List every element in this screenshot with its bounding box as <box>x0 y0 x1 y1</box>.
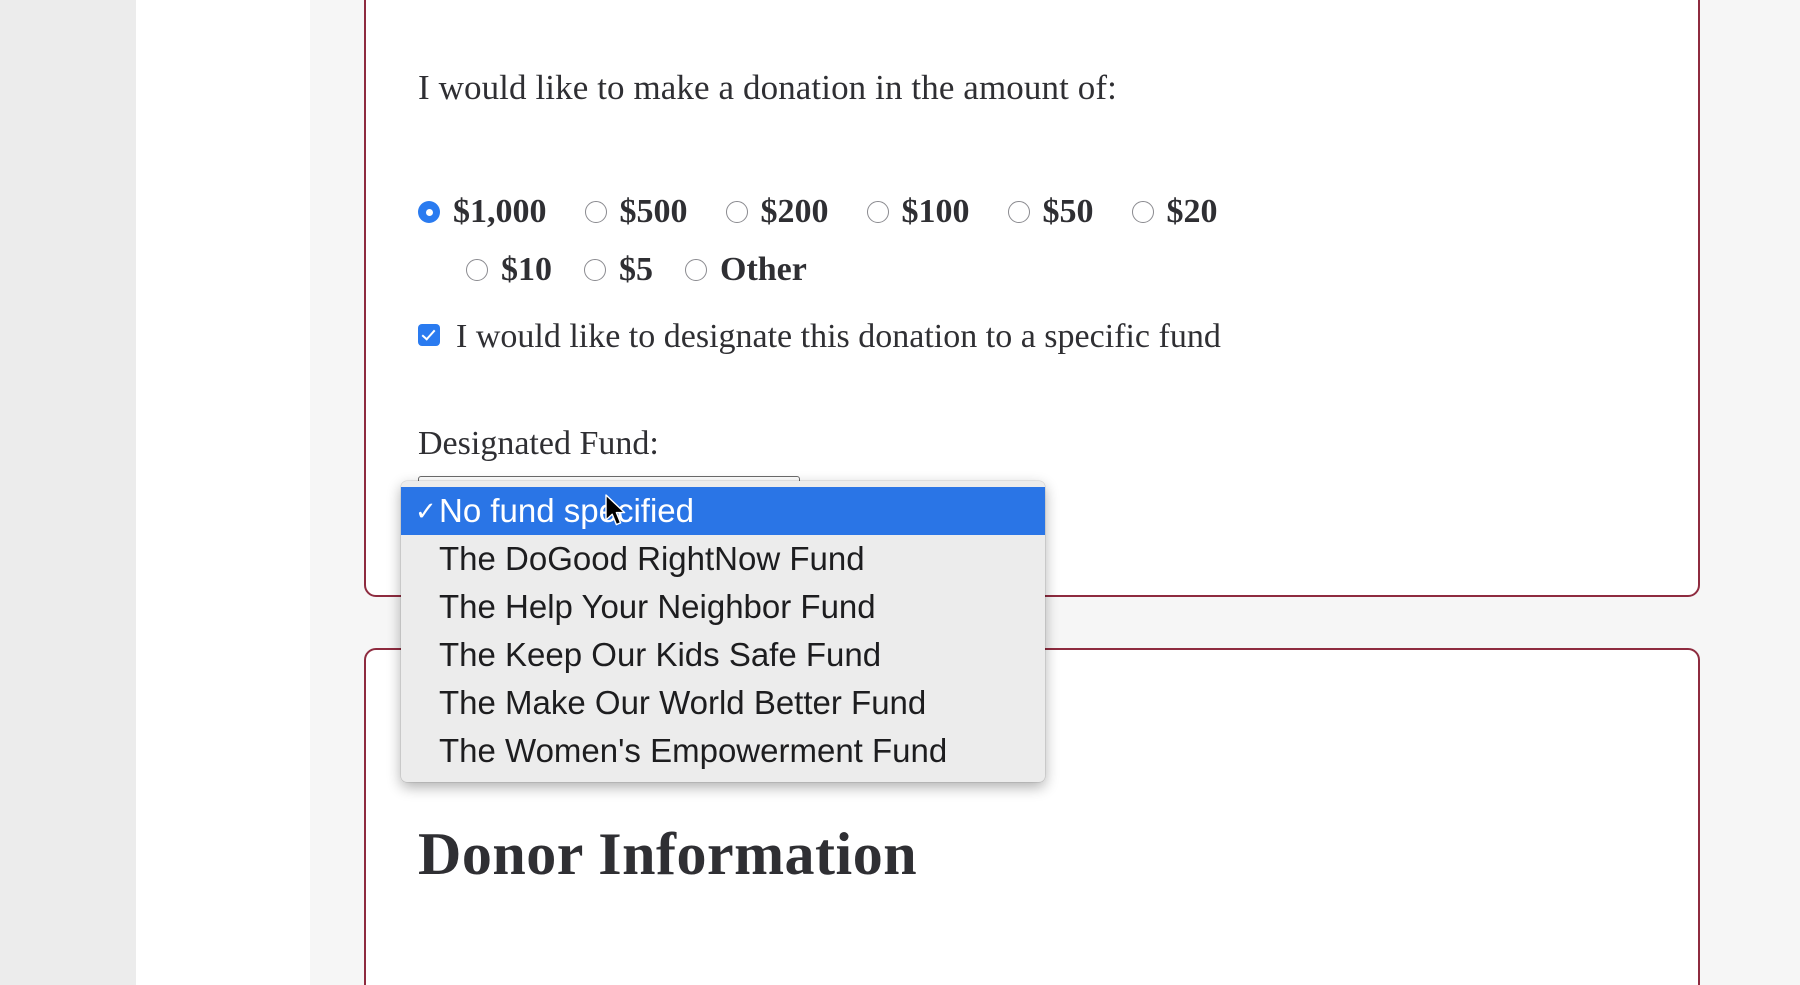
dropdown-option-label: The Help Your Neighbor Fund <box>439 588 876 625</box>
dropdown-option-no-fund[interactable]: ✓ No fund specified <box>401 487 1045 535</box>
amount-option-10[interactable]: $10 <box>466 251 552 289</box>
designated-fund-label: Designated Fund: <box>418 425 659 462</box>
radio-icon[interactable] <box>584 201 607 223</box>
page-left-margin <box>0 0 136 985</box>
radio-icon[interactable] <box>466 259 488 281</box>
amount-radio-row-primary: $1,000 $500 $200 $100 $50 $20 <box>418 193 1256 231</box>
amount-option-label: Other <box>720 251 807 288</box>
amount-option-20[interactable]: $20 <box>1131 193 1218 231</box>
donation-amount-prompt: I would like to make a donation in the a… <box>418 68 1117 107</box>
radio-icon[interactable] <box>685 259 707 281</box>
radio-icon[interactable] <box>584 259 606 281</box>
dropdown-option-womens-empowerment[interactable]: The Women's Empowerment Fund <box>401 727 1045 775</box>
amount-option-label: $1,000 <box>453 193 547 230</box>
radio-icon-selected[interactable] <box>418 201 440 223</box>
checkmark-icon: ✓ <box>415 496 437 526</box>
amount-option-label: $20 <box>1166 193 1218 230</box>
dropdown-option-label: No fund specified <box>439 492 694 529</box>
amount-radio-row-secondary: $10 $5 Other <box>466 251 839 289</box>
amount-option-5[interactable]: $5 <box>584 251 653 289</box>
amount-option-other[interactable]: Other <box>685 251 807 289</box>
radio-icon[interactable] <box>725 201 748 223</box>
dropdown-option-label: The Keep Our Kids Safe Fund <box>439 636 882 673</box>
dropdown-option-help-your-neighbor[interactable]: The Help Your Neighbor Fund <box>401 583 1045 631</box>
amount-option-200[interactable]: $200 <box>725 193 829 231</box>
amount-option-500[interactable]: $500 <box>584 193 688 231</box>
screenshot-stage: I would like to make a donation in the a… <box>0 0 1800 985</box>
dropdown-option-label: The DoGood RightNow Fund <box>439 540 865 577</box>
dropdown-option-keep-our-kids-safe[interactable]: The Keep Our Kids Safe Fund <box>401 631 1045 679</box>
dropdown-option-make-our-world-better[interactable]: The Make Our World Better Fund <box>401 679 1045 727</box>
amount-option-100[interactable]: $100 <box>866 193 970 231</box>
designated-fund-dropdown-menu[interactable]: ✓ No fund specified The DoGood RightNow … <box>401 481 1045 782</box>
checkbox-icon-checked[interactable] <box>418 324 440 346</box>
amount-option-label: $10 <box>501 251 552 288</box>
designate-fund-label: I would like to designate this donation … <box>456 318 1221 355</box>
radio-icon[interactable] <box>1131 201 1154 223</box>
amount-option-50[interactable]: $50 <box>1007 193 1094 231</box>
radio-icon[interactable] <box>1007 201 1030 223</box>
amount-option-label: $500 <box>619 193 688 230</box>
page-side-panel <box>136 0 311 985</box>
amount-option-label: $5 <box>619 251 653 288</box>
radio-icon[interactable] <box>866 201 889 223</box>
dropdown-option-label: The Women's Empowerment Fund <box>439 732 948 769</box>
dropdown-option-dogood-rightnow[interactable]: The DoGood RightNow Fund <box>401 535 1045 583</box>
designate-fund-row[interactable]: I would like to designate this donation … <box>418 308 1358 366</box>
dropdown-option-label: The Make Our World Better Fund <box>439 684 927 721</box>
amount-option-label: $50 <box>1042 193 1094 230</box>
donor-information-heading: Donor Information <box>418 821 918 887</box>
amount-option-label: $200 <box>760 193 829 230</box>
amount-option-label: $100 <box>901 193 970 230</box>
amount-option-1000[interactable]: $1,000 <box>418 193 547 231</box>
